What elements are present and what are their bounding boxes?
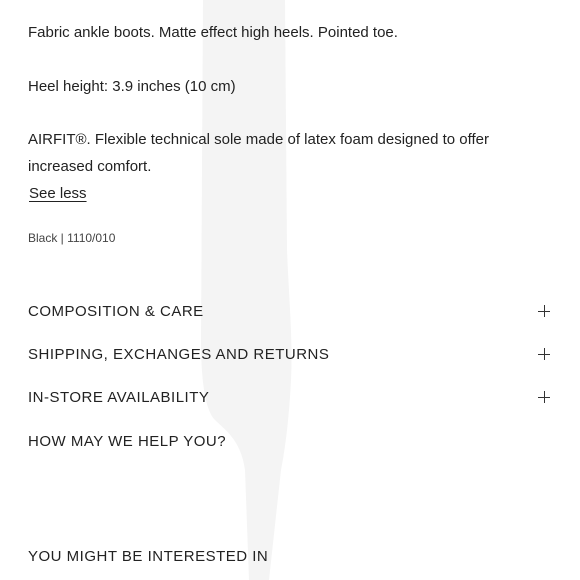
- see-less-link[interactable]: See less: [29, 185, 87, 202]
- color-reference: Black | 1110/010: [28, 231, 116, 245]
- plus-icon[interactable]: [538, 305, 550, 317]
- recommendations-title: YOU MIGHT BE INTERESTED IN: [28, 548, 269, 565]
- description-line: Fabric ankle boots. Matte effect high he…: [28, 24, 398, 41]
- accordion-composition-care[interactable]: COMPOSITION & CARE: [28, 300, 554, 324]
- accordion-label: COMPOSITION & CARE: [28, 303, 204, 320]
- sole-description: AIRFIT®. Flexible technical sole made of…: [28, 131, 490, 175]
- plus-icon[interactable]: [538, 348, 550, 360]
- accordion-label: HOW MAY WE HELP YOU?: [28, 433, 227, 450]
- accordion-label: IN-STORE AVAILABILITY: [28, 389, 210, 406]
- accordion-shipping-returns[interactable]: SHIPPING, EXCHANGES AND RETURNS: [28, 343, 554, 367]
- accordion-label: SHIPPING, EXCHANGES AND RETURNS: [28, 346, 330, 363]
- product-details-panel: Fabric ankle boots. Matte effect high he…: [0, 0, 580, 580]
- plus-icon[interactable]: [538, 391, 550, 403]
- heel-height-text: Heel height: 3.9 inches (10 cm): [28, 78, 236, 95]
- accordion-help[interactable]: HOW MAY WE HELP YOU?: [28, 430, 554, 454]
- accordion-store-availability[interactable]: IN-STORE AVAILABILITY: [28, 386, 554, 410]
